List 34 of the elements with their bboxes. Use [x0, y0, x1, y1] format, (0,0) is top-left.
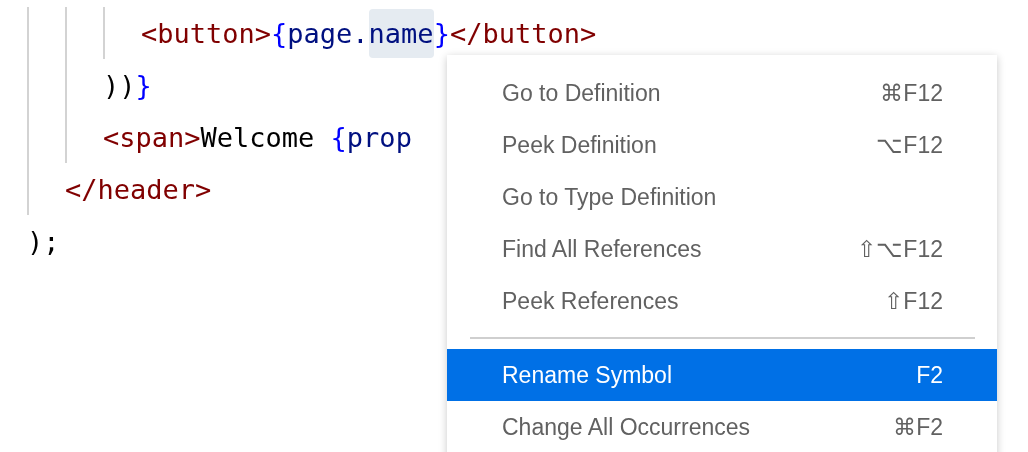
code-token: </button>: [449, 17, 597, 49]
code-token: }: [433, 17, 450, 49]
menu-item-label: Find All References: [502, 235, 702, 263]
shortcut-label: ⇧F12: [884, 287, 943, 315]
menu-item[interactable]: Go to Definition ⌘F12: [447, 67, 997, 119]
code-token: name: [368, 8, 434, 58]
menu-item[interactable]: Find All References ⇧⌥F12: [447, 223, 997, 275]
code-token: )): [103, 69, 136, 101]
menu-item[interactable]: Rename Symbol F2: [447, 349, 997, 401]
code-token: Welcome: [200, 121, 316, 153]
shortcut-label: F2: [916, 361, 943, 389]
menu-item-label: Peek Definition: [502, 131, 657, 159]
menu-item[interactable]: Go to Type Definition: [447, 171, 997, 223]
menu-item[interactable]: Change All Occurrences ⌘F2: [447, 401, 997, 452]
code-token: <span>: [103, 121, 201, 153]
code-token: <button>: [141, 17, 272, 49]
code-token: </header>: [65, 173, 212, 205]
shortcut-label: ⌥F12: [876, 131, 943, 159]
menu-item[interactable]: Peek References ⇧F12: [447, 275, 997, 327]
shortcut-label: ⇧⌥F12: [857, 235, 943, 263]
code-token: prop: [346, 121, 412, 153]
code-token: {: [330, 121, 347, 153]
shortcut-label: ⌘F12: [880, 79, 943, 107]
menu-item-label: Go to Definition: [502, 79, 661, 107]
code-token: );: [27, 225, 60, 257]
code-token: }: [135, 69, 152, 101]
shortcut-label: ⌘F2: [893, 413, 943, 441]
menu-item-label: Rename Symbol: [502, 361, 673, 389]
menu-item-label: Peek References: [502, 287, 679, 315]
menu-item-label: Change All Occurrences: [502, 413, 750, 441]
code-token: {: [271, 17, 288, 49]
menu-item[interactable]: Peek Definition ⌥F12: [447, 119, 997, 171]
code-token: page.: [287, 17, 369, 49]
menu-item-label: Go to Type Definition: [502, 183, 717, 211]
